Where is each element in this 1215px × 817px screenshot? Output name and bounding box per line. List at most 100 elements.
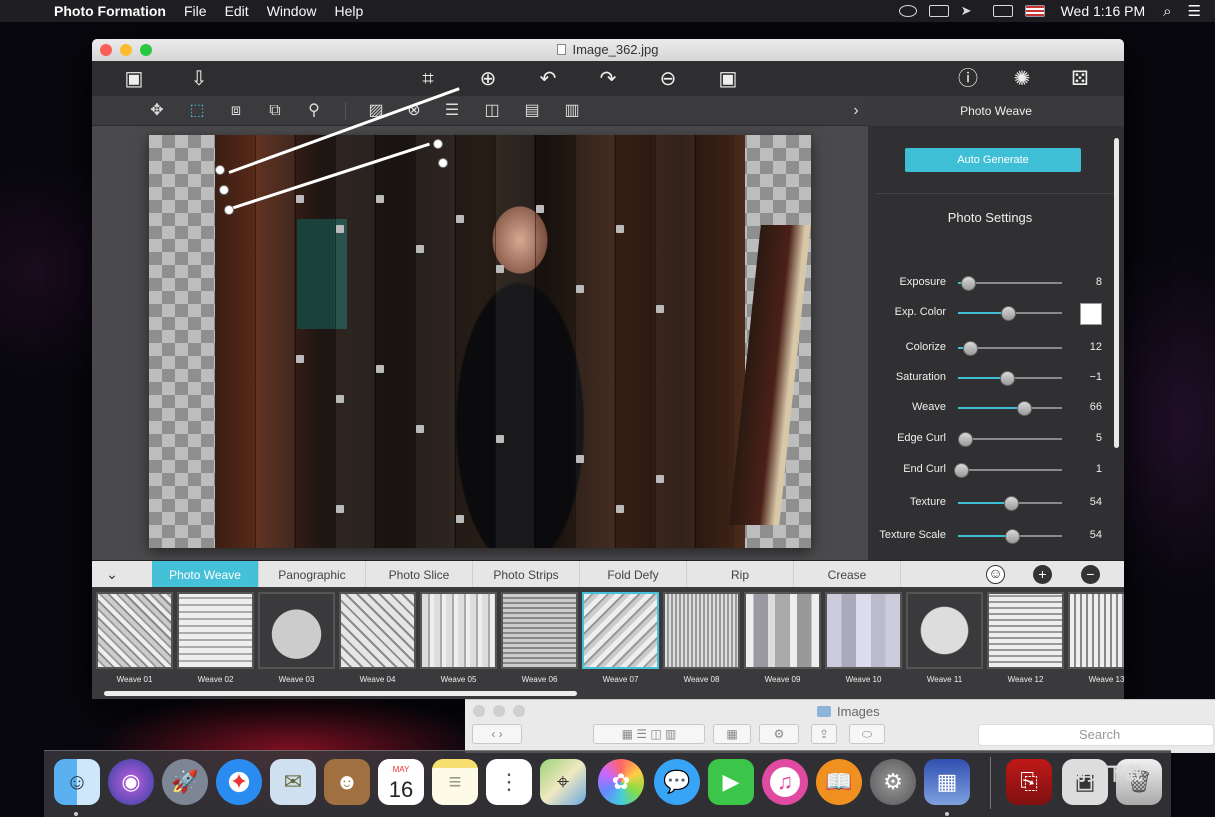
transform-handle[interactable]: [433, 139, 443, 149]
contacts-icon[interactable]: ☻: [324, 759, 370, 805]
finder-minimize-button[interactable]: [493, 705, 505, 717]
slider-track[interactable]: [958, 432, 1062, 447]
tab-photo-weave[interactable]: Photo Weave: [152, 561, 259, 588]
save-image-icon[interactable]: ⇩: [185, 67, 213, 91]
slider-knob[interactable]: [961, 276, 977, 291]
image-frame-icon[interactable]: ⧈: [224, 100, 248, 122]
preset-thumbnail[interactable]: [906, 592, 983, 669]
slider-knob[interactable]: [999, 371, 1015, 386]
slider-knob[interactable]: [1005, 529, 1021, 544]
facetime-icon[interactable]: ▶: [708, 759, 754, 805]
transform-icon[interactable]: ⧉: [263, 100, 287, 122]
preset-thumbnail[interactable]: [177, 592, 254, 669]
photo-canvas[interactable]: [149, 87, 811, 548]
siri-icon[interactable]: ◉: [108, 759, 154, 805]
slider-knob[interactable]: [1004, 496, 1020, 511]
display-icon[interactable]: [928, 5, 949, 17]
close-window-button[interactable]: [100, 44, 112, 56]
finder-icon[interactable]: ☺: [54, 759, 100, 805]
chevron-down-icon[interactable]: ⌄: [102, 564, 122, 584]
minimize-window-button[interactable]: [120, 44, 132, 56]
menu-clock[interactable]: Wed 1:16 PM: [1061, 3, 1146, 19]
safari-icon[interactable]: ✦: [216, 759, 262, 805]
system-preferences-icon[interactable]: ⚙: [870, 759, 916, 805]
menu-file[interactable]: File: [184, 3, 207, 19]
ibooks-icon[interactable]: 📖: [816, 759, 862, 805]
zoom-out-icon[interactable]: ⊖: [654, 67, 682, 91]
notes-icon[interactable]: ≡: [432, 759, 478, 805]
select-tool-icon[interactable]: ⬚: [185, 100, 209, 122]
open-image-icon[interactable]: ▣: [120, 67, 148, 91]
info-icon[interactable]: ⓘ: [954, 67, 982, 91]
thumbnail-scrollbar[interactable]: [104, 691, 577, 696]
add-preset-icon[interactable]: +: [1033, 565, 1052, 584]
color-swatch[interactable]: [1080, 303, 1102, 325]
transform-handle[interactable]: [224, 205, 234, 215]
calendar-icon[interactable]: MAY 16: [378, 759, 424, 805]
photos-icon[interactable]: ✿: [598, 759, 644, 805]
back-forward-buttons[interactable]: ‹ ›: [472, 724, 522, 744]
menu-app-name[interactable]: Photo Formation: [54, 3, 166, 19]
messages-icon[interactable]: 💬: [654, 759, 700, 805]
rows-icon[interactable]: ▤: [520, 100, 544, 122]
preset-thumbnail[interactable]: [420, 592, 497, 669]
tab-panographic[interactable]: Panographic: [259, 561, 366, 588]
zoom-in-icon[interactable]: ⊕: [474, 67, 502, 91]
preset-thumbnail[interactable]: [825, 592, 902, 669]
arrange-button[interactable]: ▦: [713, 724, 751, 744]
screen-mirror-icon[interactable]: [992, 5, 1013, 17]
slider-knob[interactable]: [954, 463, 970, 478]
tab-photo-strips[interactable]: Photo Strips: [473, 561, 580, 588]
slider-track[interactable]: [958, 529, 1062, 544]
preset-manager-icon[interactable]: ☺: [986, 565, 1005, 584]
menu-help[interactable]: Help: [334, 3, 363, 19]
slider-track[interactable]: [958, 276, 1062, 291]
preset-thumbnail[interactable]: [582, 592, 659, 669]
tag-button[interactable]: ⬭: [849, 724, 885, 744]
redo-icon[interactable]: ↷: [594, 67, 622, 91]
tab-crease[interactable]: Crease: [794, 561, 901, 588]
finder-search-input[interactable]: Search: [978, 724, 1214, 746]
preset-thumbnail[interactable]: [339, 592, 416, 669]
preset-thumbnail[interactable]: [987, 592, 1064, 669]
tab-rip[interactable]: Rip: [687, 561, 794, 588]
pdf-folder-icon[interactable]: ⎘: [1006, 759, 1052, 805]
reminders-icon[interactable]: ⋮: [486, 759, 532, 805]
slider-track[interactable]: [958, 341, 1062, 356]
slider-knob[interactable]: [1000, 306, 1016, 321]
finder-close-button[interactable]: [473, 705, 485, 717]
move-tool-icon[interactable]: ✥: [145, 100, 169, 122]
finder-zoom-button[interactable]: [513, 705, 525, 717]
flag-icon[interactable]: [1024, 5, 1045, 17]
preset-thumbnail[interactable]: [96, 592, 173, 669]
slider-track[interactable]: [954, 463, 1062, 478]
transform-handle[interactable]: [438, 158, 448, 168]
crop-icon[interactable]: ⌗: [414, 67, 442, 91]
menu-edit[interactable]: Edit: [225, 3, 249, 19]
notification-center-icon[interactable]: ☰: [1188, 2, 1201, 20]
auto-generate-button[interactable]: Auto Generate: [905, 148, 1081, 172]
random-dice-icon[interactable]: ⚄: [1066, 67, 1094, 91]
transform-handle[interactable]: [215, 165, 225, 175]
preset-thumbnail[interactable]: [663, 592, 740, 669]
slider-track[interactable]: [958, 401, 1062, 416]
slider-track[interactable]: [958, 306, 1062, 321]
canvas-area[interactable]: [92, 87, 868, 560]
preset-thumbnail[interactable]: [744, 592, 821, 669]
spotlight-icon[interactable]: ⌕: [1163, 3, 1171, 20]
menu-window[interactable]: Window: [267, 3, 317, 19]
horizontal-strips-icon[interactable]: ☰: [440, 100, 464, 122]
settings-wheel-icon[interactable]: ✺: [1008, 67, 1036, 91]
maps-icon[interactable]: ⌖: [540, 759, 586, 805]
slider-track[interactable]: [958, 496, 1062, 511]
slider-knob[interactable]: [963, 341, 979, 356]
slider-track[interactable]: [958, 371, 1062, 386]
zoom-window-button[interactable]: [140, 44, 152, 56]
columns-icon[interactable]: ▥: [560, 100, 584, 122]
vertical-split-icon[interactable]: ◫: [480, 100, 504, 122]
location-icon[interactable]: ➤: [961, 4, 981, 17]
itunes-icon[interactable]: ♫: [762, 759, 808, 805]
action-gear-button[interactable]: ⚙: [759, 724, 799, 744]
lightbulb-icon[interactable]: ⚲: [302, 100, 326, 122]
undo-icon[interactable]: ↶: [534, 67, 562, 91]
